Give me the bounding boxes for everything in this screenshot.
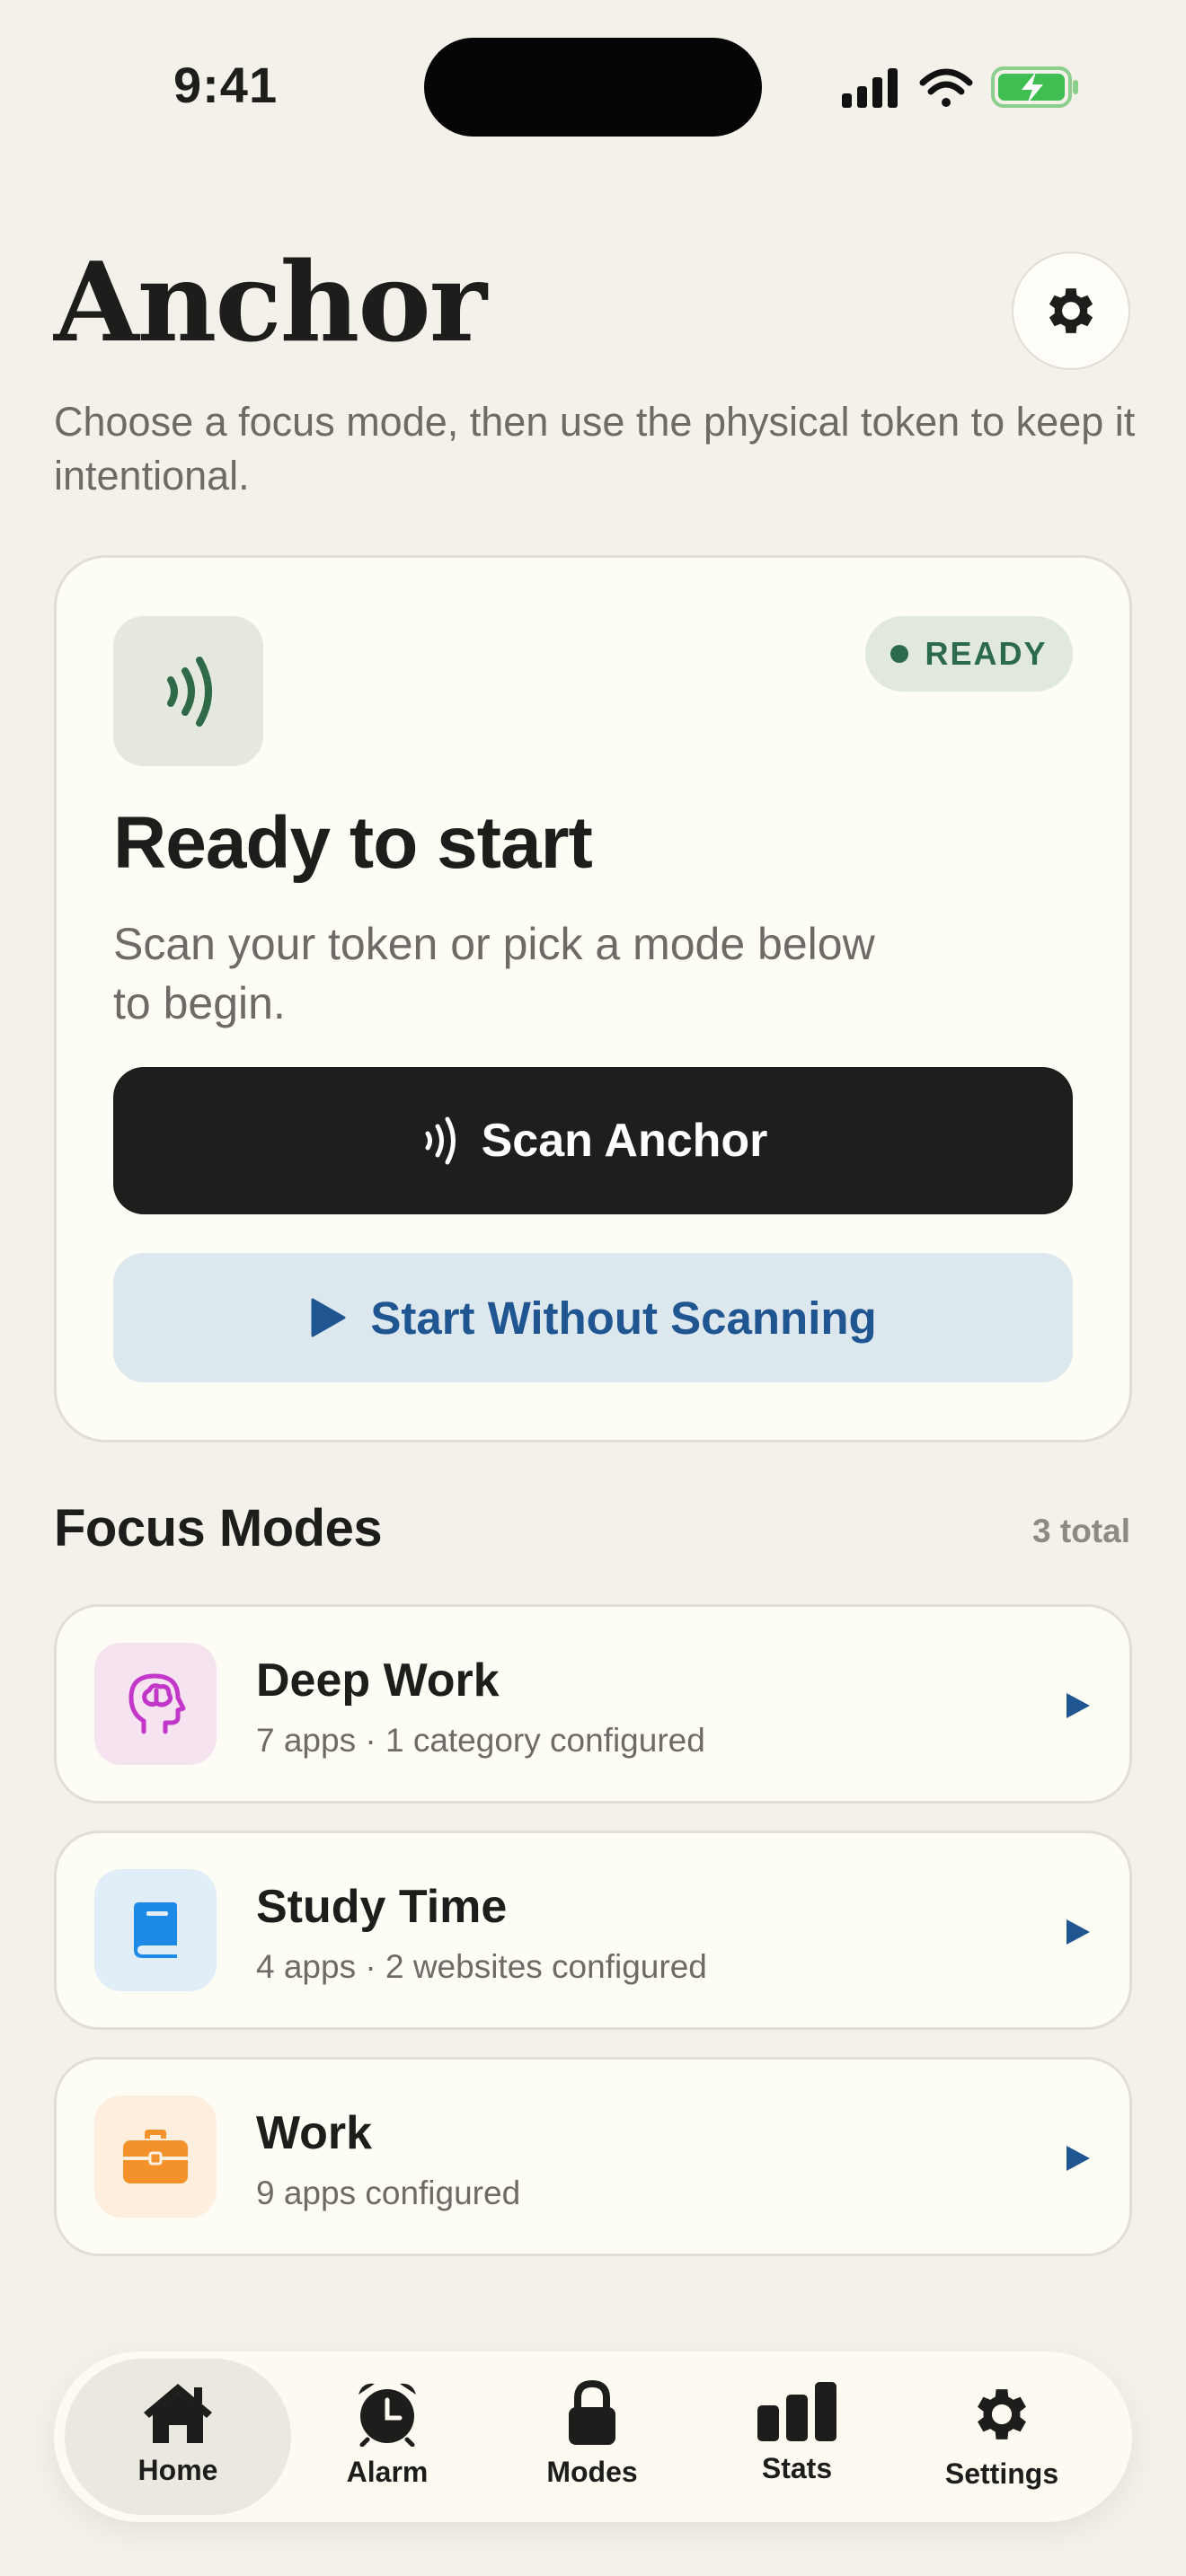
status-dot (890, 645, 909, 663)
wifi-icon (919, 68, 973, 107)
start-without-scanning-button[interactable]: Start Without Scanning (113, 1253, 1073, 1382)
list-item[interactable]: Study Time 4 apps · 2 websites configure… (54, 1831, 1132, 2030)
scan-anchor-button[interactable]: Scan Anchor (113, 1067, 1073, 1214)
lock-icon (569, 2380, 615, 2445)
play-icon (311, 1298, 346, 1337)
mode-name: Deep Work (256, 1654, 500, 1707)
house-icon (144, 2384, 212, 2443)
list-item[interactable]: Work 9 apps configured (54, 2057, 1132, 2256)
list-item[interactable]: Deep Work 7 apps · 1 category configured (54, 1604, 1132, 1804)
page-subtitle: Choose a focus mode, then use the physic… (54, 399, 1136, 498)
mode-name: Study Time (256, 1881, 508, 1933)
settings-button[interactable] (1012, 251, 1130, 370)
cellular-signal-icon (842, 68, 898, 108)
tab-alarm[interactable]: Alarm (284, 2359, 491, 2515)
dynamic-island (424, 38, 762, 137)
play-icon[interactable] (1061, 2142, 1093, 2175)
tab-label: Modes (546, 2456, 638, 2488)
nfc-tile (113, 616, 263, 766)
book-icon (134, 1902, 177, 1958)
mode-icon-tile (94, 1869, 217, 1991)
tab-stats[interactable]: Stats (694, 2359, 900, 2515)
tab-label: Alarm (346, 2456, 429, 2488)
tab-bar: Home Alarm Modes Stats Settings (54, 2351, 1132, 2522)
tab-settings[interactable]: Settings (898, 2359, 1105, 2515)
play-icon[interactable] (1061, 1689, 1093, 1722)
mode-meta: 7 apps · 1 category configured (256, 1722, 705, 1759)
scan-anchor-label: Scan Anchor (481, 1115, 768, 1167)
gear-icon (1049, 288, 1093, 333)
focus-modes-heading: Focus Modes (54, 1499, 383, 1557)
mode-meta: 4 apps · 2 websites configured (256, 1948, 707, 1985)
nfc-waves-icon (166, 656, 212, 727)
tab-modes[interactable]: Modes (489, 2359, 695, 2515)
status-icons (838, 63, 1081, 113)
hero-description: Scan your token or pick a mode below to … (113, 919, 875, 1028)
start-without-scanning-label: Start Without Scanning (370, 1292, 877, 1344)
hero-title: Ready to start (113, 802, 593, 884)
app-title: Anchor (54, 237, 487, 366)
brain-head-icon (128, 1673, 186, 1734)
mode-name: Work (256, 2107, 373, 2159)
tab-home[interactable]: Home (65, 2359, 291, 2515)
tab-label: Stats (761, 2452, 833, 2484)
battery-charging-icon (991, 66, 1078, 108)
mode-icon-tile (94, 2095, 217, 2218)
gear-icon (978, 2389, 1026, 2439)
nfc-waves-icon (425, 1116, 456, 1165)
play-icon[interactable] (1061, 1916, 1093, 1948)
mode-icon-tile (94, 1643, 217, 1765)
briefcase-icon (123, 2130, 188, 2183)
mode-meta: 9 apps configured (256, 2175, 521, 2211)
tab-label: Settings (944, 2457, 1059, 2490)
status-time: 9:41 (173, 57, 279, 113)
status-badge: READY (865, 616, 1073, 692)
alarm-clock-icon (358, 2383, 416, 2447)
focus-modes-count: 3 total (1032, 1513, 1130, 1549)
bar-chart-icon (757, 2382, 836, 2441)
status-badge-label: READY (925, 635, 1048, 672)
tab-label: Home (137, 2454, 218, 2486)
